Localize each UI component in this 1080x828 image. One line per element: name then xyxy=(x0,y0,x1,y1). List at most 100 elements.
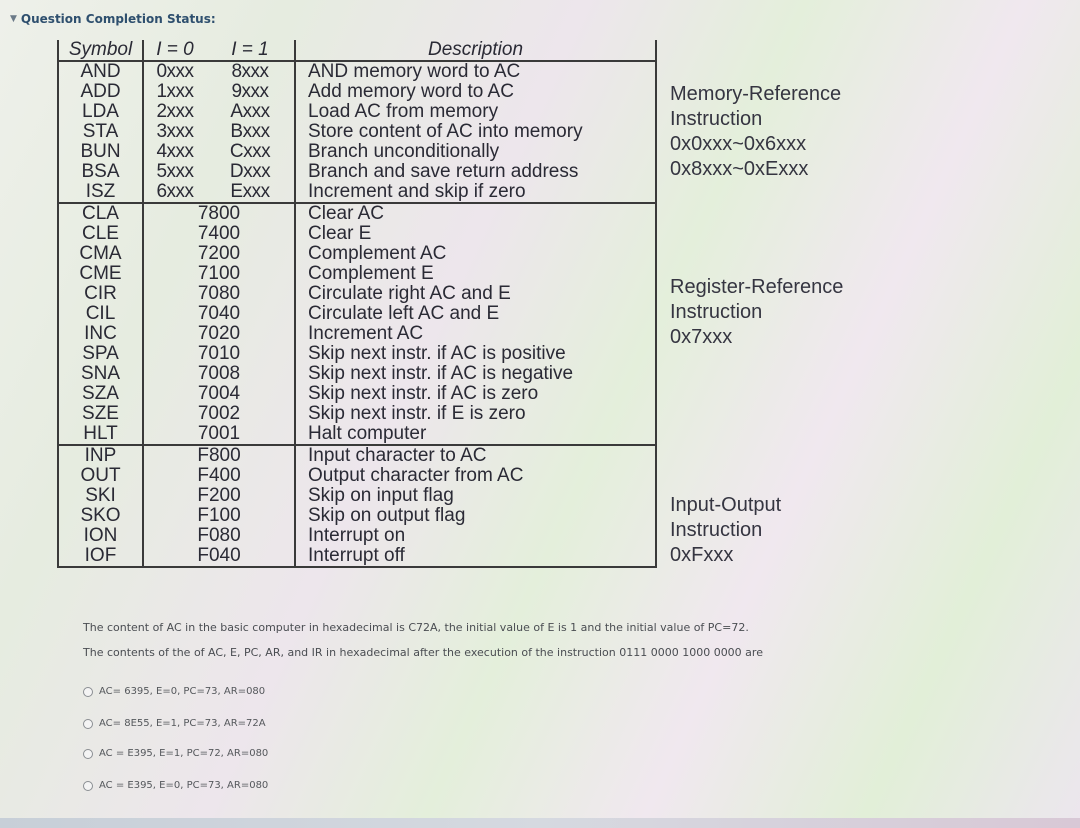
instruction-table-container: Symbol I = 0 I = 1 Description AND 0xxx 8x… xyxy=(57,40,657,568)
symbol-cell: BUN xyxy=(58,142,144,162)
header-symbol: Symbol xyxy=(58,40,144,62)
table-row: SZA 7004 Skip next instr. if AC is zero xyxy=(58,384,656,404)
symbol-cell: CIR xyxy=(58,284,144,304)
hex-code-cell: 7001 xyxy=(143,424,296,446)
answer-option-4[interactable]: AC = E395, E=0, PC=73, AR=080 xyxy=(83,780,268,791)
description-cell: Skip next instr. if AC is positive xyxy=(308,343,566,364)
hex-code-cell: 7400 xyxy=(143,224,296,244)
opcode-i0-cell: 1xxx xyxy=(156,81,194,102)
hex-code-cell: 7200 xyxy=(143,244,296,264)
table-row: AND 0xxx 8xxx AND memory word to AC xyxy=(58,61,656,82)
table-row: CIR 7080 Circulate right AC and E xyxy=(58,284,656,304)
hex-code-cell: 7002 xyxy=(143,404,296,424)
symbol-cell: INC xyxy=(58,324,144,344)
io-note: Input-Output Instruction 0xFxxx xyxy=(670,493,781,568)
description-cell: Store content of AC into memory xyxy=(308,121,583,142)
table-row: INC 7020 Increment AC xyxy=(58,324,656,344)
opcode-i1-cell: Exxx xyxy=(206,182,296,204)
symbol-cell: INP xyxy=(58,445,144,466)
opcode-i1-cell: 9xxx xyxy=(206,82,296,102)
opcode-i1-cell: Cxxx xyxy=(206,142,296,162)
description-cell: Complement E xyxy=(308,263,434,284)
description-cell: Skip next instr. if E is zero xyxy=(308,403,526,424)
register-reference-note: Register-Reference Instruction 0x7xxx xyxy=(670,275,843,350)
header-description: Description xyxy=(295,40,656,62)
description-cell: Skip on input flag xyxy=(308,485,454,506)
hex-code-cell: F100 xyxy=(143,506,296,526)
memory-reference-note: Memory-Reference Instruction 0x0xxx~0x6x… xyxy=(670,82,841,182)
description-cell: Interrupt off xyxy=(295,546,656,568)
hex-code-cell: F040 xyxy=(143,546,296,568)
symbol-cell: SKO xyxy=(58,506,144,526)
question-completion-status[interactable]: ▼ Question Completion Status: xyxy=(10,12,216,26)
table-row: ION F080 Interrupt on xyxy=(58,526,656,546)
table-row: SKO F100 Skip on output flag xyxy=(58,506,656,526)
description-cell: Input character to AC xyxy=(308,445,487,466)
instruction-table: Symbol I = 0 I = 1 Description AND 0xxx 8x… xyxy=(57,40,657,568)
symbol-cell: HLT xyxy=(58,424,144,446)
description-cell: Complement AC xyxy=(308,243,447,264)
description-cell: Add memory word to AC xyxy=(308,81,514,102)
description-cell: Clear AC xyxy=(308,203,385,224)
note-line: Instruction xyxy=(670,301,763,323)
description-cell: Skip on output flag xyxy=(308,505,466,526)
table-row: LDA 2xxx Axxx Load AC from memory xyxy=(58,102,656,122)
hex-code-cell: 7020 xyxy=(143,324,296,344)
symbol-cell: IOF xyxy=(58,546,144,568)
symbol-cell: ISZ xyxy=(58,182,144,204)
hex-code-cell: 7008 xyxy=(143,364,296,384)
table-row: CIL 7040 Circulate left AC and E xyxy=(58,304,656,324)
symbol-cell: CIL xyxy=(58,304,144,324)
radio-button[interactable] xyxy=(83,718,93,729)
description-cell: Load AC from memory xyxy=(308,101,499,122)
note-line: Memory-Reference xyxy=(670,83,842,105)
answer-option-2[interactable]: AC= 8E55, E=1, PC=73, AR=72A xyxy=(83,718,266,729)
hex-code-cell: 7100 xyxy=(143,264,296,284)
note-line: 0x0xxx~0x6xxx xyxy=(670,133,807,155)
table-row: BSA 5xxx Dxxx Branch and save return addres… xyxy=(58,162,656,182)
symbol-cell: AND xyxy=(58,61,144,82)
note-line: Input-Output xyxy=(670,494,782,516)
table-row: IOF F040 Interrupt off xyxy=(58,546,656,568)
symbol-cell: SNA xyxy=(58,364,144,384)
description-cell: Circulate left AC and E xyxy=(308,303,500,324)
symbol-cell: OUT xyxy=(58,466,144,486)
table-row: ADD 1xxx 9xxx Add memory word to AC xyxy=(58,82,656,102)
chevron-down-icon[interactable]: ▼ xyxy=(10,14,17,24)
table-header-row: Symbol I = 0 I = 1 Description xyxy=(58,40,656,62)
opcode-i1-cell: 8xxx xyxy=(206,61,296,82)
description-cell: AND memory word to AC xyxy=(308,61,521,82)
symbol-cell: BSA xyxy=(58,162,144,182)
symbol-cell: CME xyxy=(58,264,144,284)
opcode-i0-cell: 2xxx xyxy=(156,101,194,122)
radio-button[interactable] xyxy=(83,686,93,697)
table-row: CLE 7400 Clear E xyxy=(58,224,656,244)
note-line: 0x7xxx xyxy=(670,326,733,348)
hex-code-cell: 7010 xyxy=(143,344,296,364)
radio-button[interactable] xyxy=(83,748,93,759)
description-cell: Skip next instr. if AC is negative xyxy=(308,363,574,384)
description-cell: Output character from AC xyxy=(308,465,524,486)
io-rows: INP F800 Input character to AC OUT F400 Outpu… xyxy=(58,445,656,568)
header-i1: I = 1 xyxy=(206,40,296,62)
opcode-i1-cell: Dxxx xyxy=(206,162,296,182)
symbol-cell: SZA xyxy=(58,384,144,404)
hex-code-cell: F800 xyxy=(143,445,296,466)
description-cell: Skip next instr. if AC is zero xyxy=(308,383,539,404)
description-cell: Interrupt on xyxy=(308,525,406,546)
hex-code-cell: 7040 xyxy=(143,304,296,324)
memory-reference-rows: AND 0xxx 8xxx AND memory word to AC ADD 1xxx 9… xyxy=(58,61,656,204)
table-row: SNA 7008 Skip next instr. if AC is negativ… xyxy=(58,364,656,384)
note-line: 0xFxxx xyxy=(670,544,734,566)
table-row: CLA 7800 Clear AC xyxy=(58,203,656,224)
symbol-cell: ION xyxy=(58,526,144,546)
hex-code-cell: 7080 xyxy=(143,284,296,304)
answer-option-3[interactable]: AC = E395, E=1, PC=72, AR=080 xyxy=(83,748,268,759)
hex-code-cell: 7004 xyxy=(143,384,296,404)
table-row: OUT F400 Output character from AC xyxy=(58,466,656,486)
answer-option-1[interactable]: AC= 6395, E=0, PC=73, AR=080 xyxy=(83,686,265,697)
radio-button[interactable] xyxy=(83,780,93,791)
description-cell: Increment and skip if zero xyxy=(295,182,656,204)
table-row: BUN 4xxx Cxxx Branch unconditionally xyxy=(58,142,656,162)
hex-code-cell: 7800 xyxy=(143,203,296,224)
